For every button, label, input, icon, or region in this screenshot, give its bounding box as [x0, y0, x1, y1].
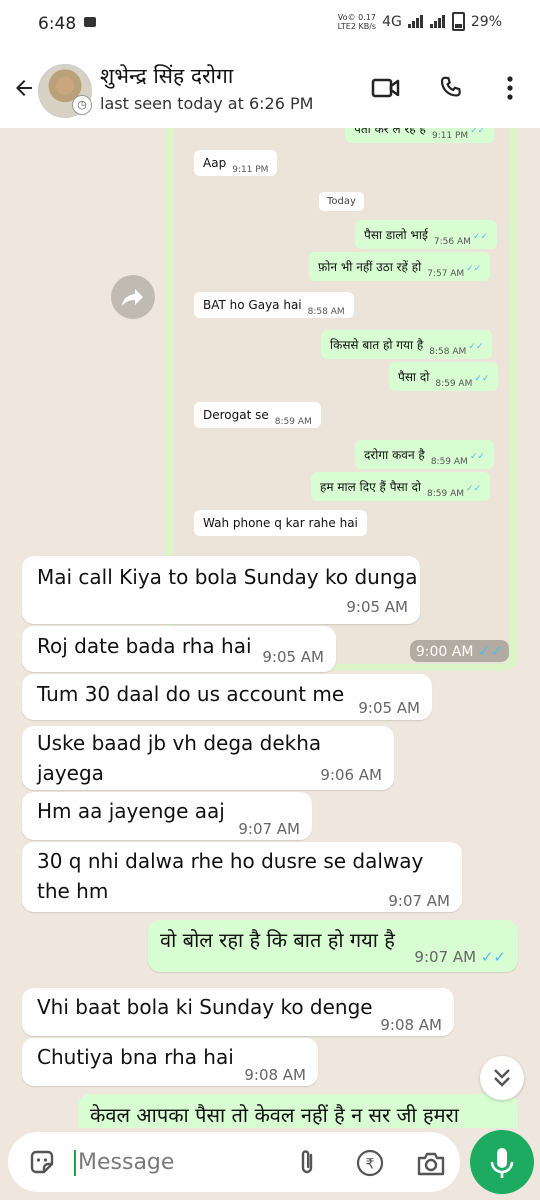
message-time: 9:06 AM: [320, 766, 382, 784]
double-chevron-down-icon: [494, 1069, 510, 1087]
more-vert-icon[interactable]: [500, 75, 520, 101]
message-time: 9:05 AM: [262, 648, 324, 666]
message-time: 9:07 AM: [238, 820, 300, 838]
screenshot-message: हम माल दिए हैं पैसा दो 8:59 AM ✓✓: [311, 472, 491, 501]
status-indicators: Vo© 0.17 LTE2 KB/s 4G 29%: [338, 12, 502, 31]
contact-name[interactable]: शुभेन्द्र सिंह दरोगा: [100, 62, 233, 90]
message-time: 9:05 AM: [358, 699, 420, 717]
rupee-icon[interactable]: ₹: [356, 1149, 384, 1177]
sticker-icon[interactable]: [28, 1148, 56, 1176]
message-bubble[interactable]: 30 q nhi dalwa rhe ho dusre se dalway th…: [22, 842, 462, 912]
message-text: केवल आपका पैसा तो केवल नहीं है न सर जी ह…: [90, 1103, 459, 1127]
message-bubble[interactable]: Mai call Kiya to bola Sunday ko dunga 9:…: [22, 556, 420, 624]
scroll-down-button[interactable]: [480, 1056, 524, 1100]
camera-icon[interactable]: [416, 1149, 446, 1177]
forward-button[interactable]: [111, 275, 155, 319]
lte-label: LTE2: [337, 21, 356, 31]
message-input-container[interactable]: ₹: [8, 1132, 460, 1192]
message-text: Mai call Kiya to bola Sunday ko dunga: [37, 565, 418, 589]
status-bar: 6:48 Vo© 0.17 LTE2 KB/s 4G 29%: [0, 0, 540, 50]
message-text: वो बोल रहा है कि बात हो गया है: [160, 928, 395, 952]
message-bubble[interactable]: Vhi baat bola ki Sunday ko denge 9:08 AM: [22, 988, 454, 1036]
message-text: Roj date bada rha hai: [37, 634, 252, 658]
status-time: 6:48: [38, 14, 77, 34]
speed-unit: KB/s: [358, 21, 377, 31]
message-time: 9:05 AM: [346, 598, 408, 616]
signal-2-icon: [429, 15, 446, 28]
message-text: Hm aa jayenge aaj: [37, 799, 225, 823]
message-bubble[interactable]: Hm aa jayenge aaj 9:07 AM: [22, 792, 312, 840]
battery-percent: 29%: [470, 13, 502, 30]
last-seen: last seen today at 6:26 PM: [100, 94, 314, 113]
screenshot-date-chip: Today: [319, 192, 364, 211]
message-time: 9:07 AM ✓✓: [414, 948, 506, 966]
screenshot-message: किससे बात हो गया है 8:58 AM ✓✓: [321, 330, 493, 359]
forward-icon: [122, 289, 143, 306]
message-time: 9:08 AM: [380, 1016, 442, 1034]
screenshot-message: दरोगा कवन है 8:59 AM ✓✓: [355, 440, 494, 469]
message-time: 9:07 AM: [388, 892, 450, 910]
screenshot-message: पैसा डालो भाई 7:56 AM ✓✓: [355, 220, 497, 249]
composer-bar: ₹: [0, 1128, 540, 1200]
message-text: Chutiya bna rha hai: [37, 1045, 234, 1069]
mic-button[interactable]: [470, 1130, 534, 1194]
message-text: Vhi baat bola ki Sunday ko denge: [37, 995, 373, 1019]
message-bubble[interactable]: Roj date bada rha hai 9:05 AM: [22, 626, 336, 672]
screenshot-timestamp: 9:00 AM ✓✓: [409, 640, 509, 662]
chat-header: ◷ शुभेन्द्र सिंह दरोगा last seen today a…: [0, 50, 540, 128]
phone-icon[interactable]: [438, 75, 464, 101]
screenshot-message: Derogat se 8:59 AM: [194, 402, 321, 428]
timer-icon: ◷: [72, 95, 92, 115]
message-bubble[interactable]: केवल आपका पैसा तो केवल नहीं है न सर जी ह…: [78, 1094, 518, 1128]
message-bubble[interactable]: वो बोल रहा है कि बात हो गया है 9:07 AM ✓…: [148, 920, 518, 972]
message-bubble[interactable]: Chutiya bna rha hai 9:08 AM: [22, 1038, 318, 1086]
signal-icon: [407, 15, 424, 28]
chat-area[interactable]: पता कर ले रहे हैं 9:11 PM ✓✓ Aap 9:11 PM To…: [0, 128, 540, 1128]
media-notification-icon: [84, 17, 96, 27]
screenshot-message: पता कर ले रहे हैं 9:11 PM ✓✓: [345, 128, 495, 143]
network-type: 4G: [382, 13, 402, 30]
screenshot-message: Wah phone q kar rahe hai: [194, 510, 367, 536]
network-speed: Vo© 0.17 LTE2 KB/s: [338, 13, 377, 31]
mic-icon: [490, 1148, 514, 1178]
svg-text:₹: ₹: [366, 1157, 375, 1173]
screenshot-message: Aap 9:11 PM: [194, 150, 278, 176]
back-arrow-icon[interactable]: [12, 76, 36, 100]
video-call-icon[interactable]: [371, 76, 401, 100]
network-speed-value: Vo© 0.17: [337, 12, 376, 22]
paperclip-icon[interactable]: [294, 1148, 320, 1178]
screenshot-message: पैसा दो 8:59 AM ✓✓: [389, 362, 499, 391]
text-cursor: [74, 1150, 76, 1176]
screenshot-message: फ़ोन भी नहीं उठा रहें हो 7:57 AM ✓✓: [309, 252, 491, 281]
message-bubble[interactable]: Uske baad jb vh dega dekha jayega 9:06 A…: [22, 726, 394, 790]
message-input[interactable]: [78, 1146, 278, 1178]
message-text: Tum 30 daal do us account me: [37, 682, 345, 706]
screenshot-message: BAT ho Gaya hai 8:58 AM: [194, 292, 354, 318]
battery-icon: [451, 12, 465, 31]
message-time: 9:08 AM: [244, 1066, 306, 1084]
message-bubble[interactable]: Tum 30 daal do us account me 9:05 AM: [22, 674, 432, 720]
